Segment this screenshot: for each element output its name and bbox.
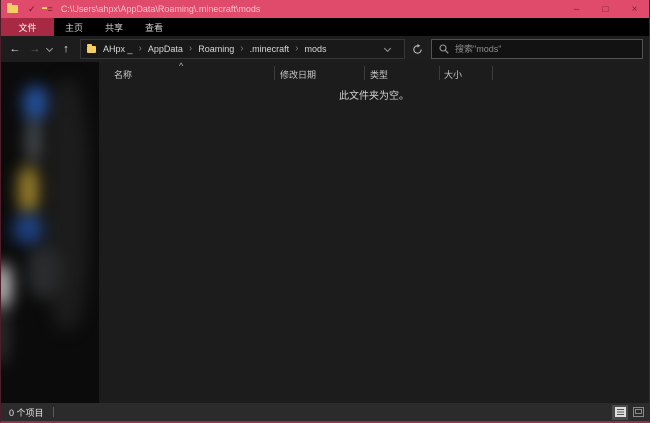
main-area: ^ 名称 修改日期 类型 大小 此文件夹为空。 <box>1 62 649 403</box>
breadcrumb-separator-icon: › <box>183 44 198 54</box>
column-separator[interactable] <box>439 66 440 80</box>
refresh-button[interactable] <box>407 39 427 59</box>
breadcrumb-item-mods[interactable]: mods <box>304 44 326 54</box>
back-button[interactable]: ← <box>5 39 25 59</box>
details-view-button[interactable] <box>612 405 628 420</box>
blurred-item <box>1 264 11 308</box>
column-header-name[interactable]: 名称 <box>114 68 132 81</box>
search-input[interactable] <box>455 44 635 54</box>
file-list-pane: ^ 名称 修改日期 类型 大小 此文件夹为空。 <box>99 62 649 403</box>
tab-home[interactable]: 主页 <box>54 18 94 36</box>
app-folder-icon <box>7 5 18 13</box>
empty-folder-message: 此文件夹为空。 <box>99 87 649 102</box>
blurred-item <box>45 80 89 330</box>
details-view-icon <box>615 407 626 417</box>
minimize-button[interactable]: – <box>562 0 591 18</box>
forward-button[interactable]: → <box>25 39 45 59</box>
maximize-button[interactable]: □ <box>591 0 620 18</box>
blurred-item <box>26 118 42 164</box>
recent-locations-chevron-icon[interactable] <box>46 44 53 51</box>
breadcrumb-item-minecraft[interactable]: .minecraft <box>250 44 290 54</box>
blurred-item <box>18 166 40 214</box>
large-icons-view-icon <box>633 407 644 417</box>
qat-customize-icon[interactable]: = <box>48 5 53 14</box>
breadcrumb-separator-icon: › <box>234 44 249 54</box>
status-divider <box>53 407 54 417</box>
blurred-item <box>23 86 49 120</box>
up-button[interactable]: ↑ <box>56 39 76 59</box>
titlebar[interactable]: ✓ = C:\Users\ahpx\AppData\Roaming\.minec… <box>1 0 649 18</box>
column-header-size[interactable]: 大小 <box>444 68 462 81</box>
tab-share[interactable]: 共享 <box>94 18 134 36</box>
search-icon <box>439 44 449 54</box>
column-separator[interactable] <box>492 66 493 80</box>
explorer-window: ✓ = C:\Users\ahpx\AppData\Roaming\.minec… <box>0 0 650 423</box>
breadcrumb-separator-icon: › <box>289 44 304 54</box>
column-header-date-modified[interactable]: 修改日期 <box>280 68 316 81</box>
column-separator[interactable] <box>364 66 365 80</box>
blurred-item <box>1 304 7 364</box>
tab-file[interactable]: 文件 <box>1 18 54 36</box>
blurred-item <box>13 214 45 244</box>
column-separator[interactable] <box>274 66 275 80</box>
sort-ascending-icon: ^ <box>179 61 183 71</box>
ribbon-tab-strip: 文件 主页 共享 查看 <box>1 18 649 36</box>
column-header-type[interactable]: 类型 <box>370 68 388 81</box>
search-box[interactable] <box>431 39 643 59</box>
column-headers: ^ 名称 修改日期 类型 大小 <box>99 62 649 84</box>
address-bar[interactable]: AHpx _ › AppData › Roaming › .minecraft … <box>80 39 405 59</box>
navigation-pane-blurred <box>1 62 99 403</box>
tab-view[interactable]: 查看 <box>134 18 174 36</box>
breadcrumb-separator-icon: › <box>133 44 148 54</box>
status-bar: 0 个项目 <box>1 403 649 421</box>
large-icons-view-button[interactable] <box>630 405 646 420</box>
properties-check-icon[interactable]: ✓ <box>28 5 36 14</box>
address-folder-icon <box>87 46 96 53</box>
breadcrumb-item-appdata[interactable]: AppData <box>148 44 183 54</box>
item-count: 0 个项目 <box>9 406 44 419</box>
breadcrumb-item-roaming[interactable]: Roaming <box>198 44 234 54</box>
breadcrumb-item-user[interactable]: AHpx _ <box>103 44 133 54</box>
navigation-bar: ← → ↑ AHpx _ › AppData › Roaming › .mine… <box>1 36 649 62</box>
quick-access-toolbar: ✓ = <box>28 5 53 14</box>
close-button[interactable]: × <box>620 0 649 18</box>
address-dropdown-chevron-icon[interactable] <box>384 44 391 51</box>
window-controls: – □ × <box>562 0 649 18</box>
window-title: C:\Users\ahpx\AppData\Roaming\.minecraft… <box>61 4 562 14</box>
refresh-icon <box>412 44 423 55</box>
